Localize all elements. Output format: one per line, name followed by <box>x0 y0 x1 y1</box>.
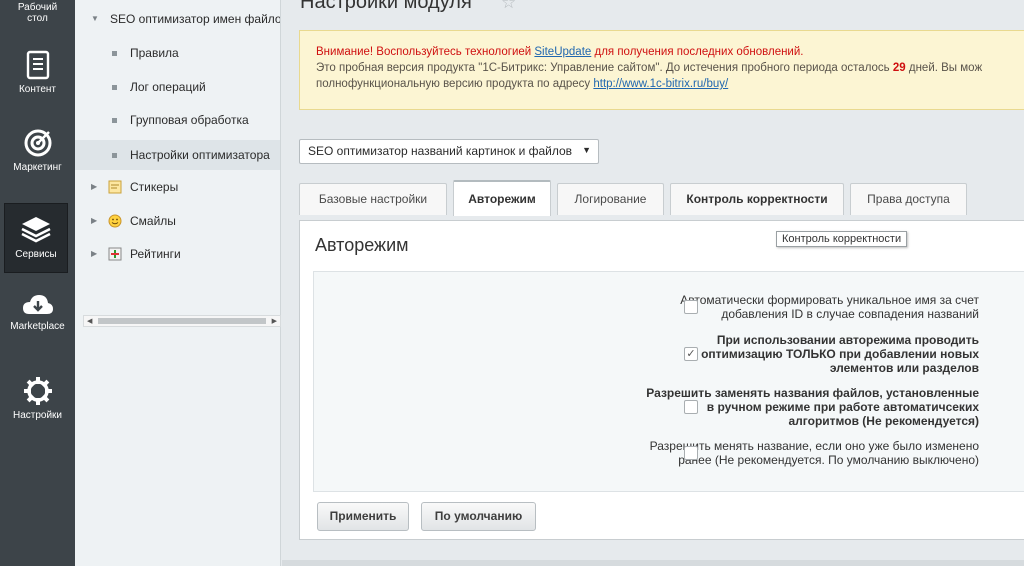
auto-mode-panel: Авторежим Контроль корректности Автомати… <box>299 220 1024 540</box>
document-icon <box>26 50 49 80</box>
collapsed-arrow-icon[interactable]: ▶ <box>91 172 97 202</box>
rail-item-marketing[interactable]: Маркетинг <box>0 128 75 183</box>
tree-item-label: Настройки оптимизатора <box>130 148 270 162</box>
tree-item-label: Рейтинги <box>130 247 181 261</box>
tree-item-stickers[interactable]: ▶ Стикеры <box>75 172 280 202</box>
bullet-icon <box>112 85 117 90</box>
module-select-value: SEO оптимизатор названий картинок и файл… <box>308 144 573 158</box>
favorite-star-icon[interactable]: ☆ <box>501 0 516 13</box>
update-notice: Внимание! Воспользуйтесь технологией Sit… <box>299 30 1024 110</box>
notice-warning-text: Внимание! Воспользуйтесь технологией <box>316 46 535 58</box>
tab-access-rights[interactable]: Права доступа <box>850 183 967 215</box>
option-new-only-checkbox[interactable]: ✓ <box>684 347 698 361</box>
option-unique-name-checkbox[interactable] <box>684 300 698 314</box>
tree-item-label: Стикеры <box>130 180 179 194</box>
bullet-icon <box>112 153 117 158</box>
module-select[interactable]: SEO оптимизатор названий картинок и файл… <box>299 139 599 164</box>
trial-text: дней. Вы мож <box>905 62 983 74</box>
panel-title: Авторежим <box>315 235 409 255</box>
sticker-icon <box>108 180 122 194</box>
rail-item-label: Маркетинг <box>13 162 62 173</box>
tree-item-operations-log[interactable]: Лог операций <box>75 72 280 102</box>
notice-warning-text: для получения последних обновлений. <box>591 46 804 58</box>
tree-item-label: SEO оптимизатор имен файлов <box>110 12 281 26</box>
tab-basic-settings[interactable]: Базовые настройки <box>299 183 447 215</box>
rail-item-content[interactable]: Контент <box>0 50 75 105</box>
main-sidebar: Рабочий стол Контент Маркетинг Сервисы M… <box>0 0 75 566</box>
tree-item-rules[interactable]: Правила <box>75 38 280 68</box>
rating-icon <box>108 247 122 261</box>
tree-item-label: Лог операций <box>130 80 206 94</box>
siteupdate-link[interactable]: SiteUpdate <box>534 46 591 58</box>
footer-divider <box>282 560 1024 566</box>
tab-tooltip: Контроль корректности <box>776 231 908 247</box>
rail-item-label: Контент <box>18 84 57 95</box>
tree-item-label: Правила <box>130 46 179 60</box>
smiley-icon <box>108 214 122 228</box>
apply-button[interactable]: Применить <box>317 502 409 531</box>
rail-item-label: Рабочий стол <box>17 2 58 24</box>
trial-text: Это пробная версия продукта "1С-Битрикс:… <box>316 62 893 74</box>
collapsed-arrow-icon[interactable]: ▶ <box>91 239 97 269</box>
tree-item-label: Смайлы <box>130 214 176 228</box>
tree-item-label: Групповая обработка <box>130 113 249 127</box>
trial-days-count: 29 <box>892 62 906 74</box>
layers-icon <box>21 217 51 243</box>
rail-item-label: Настройки <box>12 410 63 421</box>
tree-item-optimizer-settings[interactable]: Настройки оптимизатора <box>75 140 280 170</box>
tab-auto-mode[interactable]: Авторежим <box>453 180 551 216</box>
tree-horizontal-scrollbar[interactable]: ◀ ▶ <box>83 315 281 327</box>
rail-item-desktop[interactable]: Рабочий стол <box>0 2 75 40</box>
buy-link[interactable]: http://www.1c-bitrix.ru/buy/ <box>593 78 728 90</box>
rail-item-services[interactable]: Сервисы <box>4 203 68 273</box>
section-tree: ▼ SEO оптимизатор имен файлов Правила Ло… <box>75 0 281 566</box>
tab-logging[interactable]: Логирование <box>557 183 664 215</box>
scroll-right-arrow-icon[interactable]: ▶ <box>272 317 277 325</box>
bullet-icon <box>112 118 117 123</box>
rail-item-marketplace[interactable]: Marketplace <box>0 293 75 343</box>
target-icon <box>24 129 51 157</box>
bullet-icon <box>112 51 117 56</box>
default-button[interactable]: По умолчанию <box>421 502 536 531</box>
trial-text: полнофункциональную версию продукта по а… <box>316 78 594 90</box>
scrollbar-thumb[interactable] <box>98 318 266 324</box>
cloud-download-icon <box>22 295 53 314</box>
expanded-arrow-icon[interactable]: ▼ <box>91 4 99 34</box>
tree-item-seo-optimizer[interactable]: ▼ SEO оптимизатор имен файлов <box>75 4 281 34</box>
gear-icon <box>23 377 52 405</box>
tree-item-batch-processing[interactable]: Групповая обработка <box>75 105 280 135</box>
collapsed-arrow-icon[interactable]: ▶ <box>91 206 97 236</box>
tree-item-ratings[interactable]: ▶ Рейтинги <box>75 239 280 269</box>
page-title: Настройки модуля <box>300 0 472 13</box>
rail-item-label: Marketplace <box>10 321 65 332</box>
main-content: Настройки модуля ☆ Внимание! Воспользуйт… <box>282 0 1024 566</box>
option-rename-again-checkbox[interactable] <box>684 446 698 460</box>
rail-item-settings[interactable]: Настройки <box>0 376 75 426</box>
scroll-left-arrow-icon[interactable]: ◀ <box>87 317 92 325</box>
tree-item-smileys[interactable]: ▶ Смайлы <box>75 206 280 236</box>
auto-mode-options: Автоматически формировать уникальное имя… <box>313 271 1024 492</box>
dropdown-caret-icon: ▼ <box>582 145 591 155</box>
tab-correctness-control[interactable]: Контроль корректности <box>670 183 844 215</box>
rail-item-label: Сервисы <box>15 249 57 260</box>
option-replace-manual-checkbox[interactable] <box>684 400 698 414</box>
